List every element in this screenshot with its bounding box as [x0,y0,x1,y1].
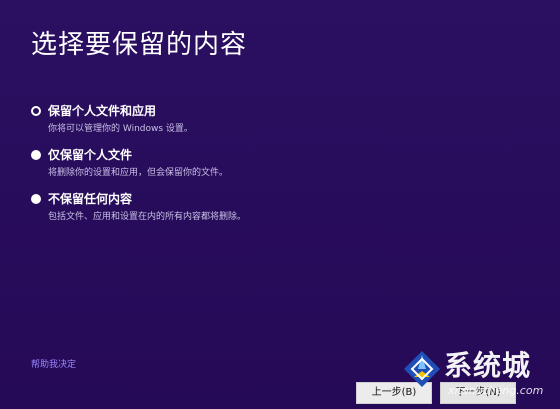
option-description: 将删除你的设置和应用，但会保留你的文件。 [48,168,229,178]
option-description: 包括文件、应用和设置在内的所有内容都将删除。 [48,212,247,222]
next-button[interactable]: 下一步(N) [440,382,516,404]
option-label: 保留个人文件和应用 [48,104,157,118]
radio-unselected-icon[interactable] [31,150,41,160]
page-title: 选择要保留的内容 [31,30,248,60]
keep-options-list: 保留个人文件和应用 你将可以管理你的 Windows 设置。 仅保留个人文件 将… [31,103,451,235]
option-label: 仅保留个人文件 [48,148,133,162]
option-keep-files-only[interactable]: 仅保留个人文件 将删除你的设置和应用，但会保留你的文件。 [31,147,451,191]
option-label: 不保留任何内容 [48,192,133,206]
help-me-decide-link[interactable]: 帮助我决定 [31,359,76,371]
back-button[interactable]: 上一步(B) [356,382,432,404]
option-keep-files-and-apps[interactable]: 保留个人文件和应用 你将可以管理你的 Windows 设置。 [31,103,451,147]
option-keep-nothing[interactable]: 不保留任何内容 包括文件、应用和设置在内的所有内容都将删除。 [31,191,451,235]
watermark-brand-text: 系统城 [444,349,532,382]
radio-unselected-icon[interactable] [31,194,41,204]
setup-page: 选择要保留的内容 保留个人文件和应用 你将可以管理你的 Windows 设置。 … [0,0,560,409]
navigation-buttons: 上一步(B) 下一步(N) [356,382,516,404]
radio-selected-icon[interactable] [31,106,41,116]
option-description: 你将可以管理你的 Windows 设置。 [48,124,193,134]
